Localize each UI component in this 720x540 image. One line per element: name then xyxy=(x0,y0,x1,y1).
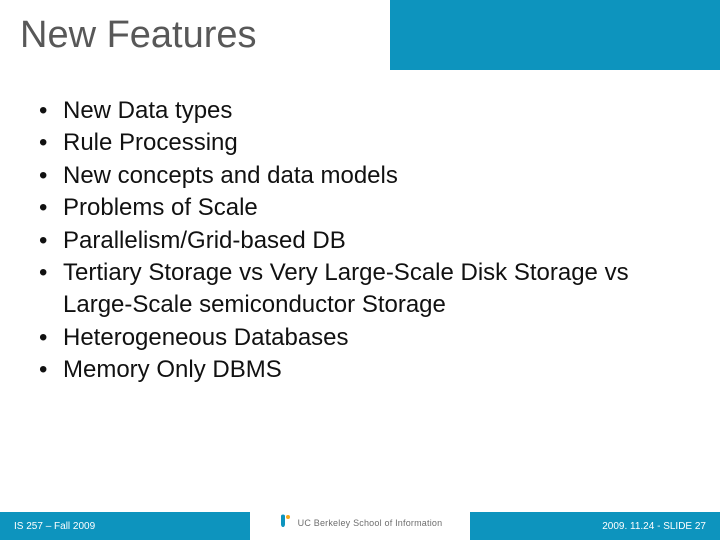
list-item: Rule Processing xyxy=(35,127,680,159)
footer-center-logo: UC Berkeley School of Information xyxy=(250,505,470,540)
ischool-icon xyxy=(278,514,292,532)
footer-left-text: IS 257 – Fall 2009 xyxy=(14,521,95,532)
list-item: Parallelism/Grid-based DB xyxy=(35,225,680,257)
footer-center-text: UC Berkeley School of Information xyxy=(298,518,443,528)
content-area: New Data types Rule Processing New conce… xyxy=(35,95,680,387)
list-item: Memory Only DBMS xyxy=(35,354,680,386)
slide-title: New Features xyxy=(20,14,257,57)
list-item: Problems of Scale xyxy=(35,192,680,224)
slide: New Features New Data types Rule Process… xyxy=(0,0,720,540)
list-item: Tertiary Storage vs Very Large-Scale Dis… xyxy=(35,257,680,322)
title-box: New Features xyxy=(0,0,390,70)
list-item: New Data types xyxy=(35,95,680,127)
list-item: New concepts and data models xyxy=(35,160,680,192)
bullet-list: New Data types Rule Processing New conce… xyxy=(35,95,680,387)
list-item: Heterogeneous Databases xyxy=(35,322,680,354)
footer-right-text: 2009. 11.24 - SLIDE 27 xyxy=(602,521,706,532)
